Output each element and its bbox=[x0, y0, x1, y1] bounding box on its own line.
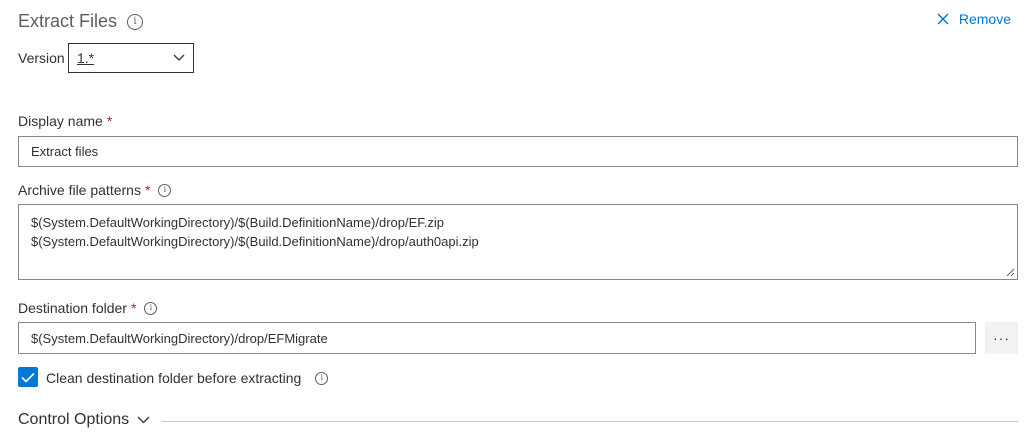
display-name-value: Extract files bbox=[31, 144, 99, 159]
section-divider bbox=[162, 421, 1018, 422]
destination-label: Destination folder * i bbox=[18, 300, 158, 316]
destination-label-text: Destination folder bbox=[18, 300, 127, 316]
control-options-label: Control Options bbox=[18, 411, 130, 428]
remove-label: Remove bbox=[958, 11, 1011, 27]
control-options-toggle[interactable]: Control Options bbox=[18, 411, 150, 429]
resize-grip-icon[interactable] bbox=[1006, 268, 1015, 277]
archive-patterns-textarea[interactable]: $(System.DefaultWorkingDirectory)/$(Buil… bbox=[18, 204, 1018, 280]
clean-folder-checkbox[interactable] bbox=[18, 367, 38, 387]
remove-button[interactable]: Remove bbox=[937, 11, 1011, 27]
info-icon[interactable]: i bbox=[144, 301, 158, 315]
required-marker: * bbox=[144, 182, 151, 198]
version-dropdown[interactable]: 1.* bbox=[68, 43, 194, 73]
browse-button[interactable]: ··· bbox=[985, 322, 1018, 354]
archive-patterns-label-text: Archive file patterns bbox=[18, 182, 141, 198]
display-name-input[interactable]: Extract files bbox=[18, 136, 1018, 167]
destination-input[interactable]: $(System.DefaultWorkingDirectory)/drop/E… bbox=[18, 322, 976, 354]
info-icon[interactable]: i bbox=[315, 371, 329, 385]
version-value: 1.* bbox=[77, 50, 95, 66]
archive-pattern-line: $(System.DefaultWorkingDirectory)/$(Buil… bbox=[31, 215, 445, 230]
chevron-down-icon bbox=[173, 54, 185, 61]
version-label-text: Version bbox=[18, 50, 65, 66]
clean-folder-label[interactable]: Clean destination folder before extracti… bbox=[46, 370, 329, 386]
checkmark-icon bbox=[21, 372, 35, 383]
task-title-text: Extract Files bbox=[18, 11, 118, 31]
info-icon[interactable]: i bbox=[127, 13, 144, 30]
display-name-label: Display name * bbox=[18, 113, 112, 129]
destination-value: $(System.DefaultWorkingDirectory)/drop/E… bbox=[31, 330, 328, 346]
clean-folder-label-text: Clean destination folder before extracti… bbox=[46, 370, 302, 386]
required-marker: * bbox=[130, 300, 137, 316]
ellipsis-icon: ··· bbox=[993, 330, 1010, 346]
archive-pattern-line: $(System.DefaultWorkingDirectory)/$(Buil… bbox=[31, 234, 479, 249]
required-marker: * bbox=[106, 113, 113, 129]
version-label: Version bbox=[18, 50, 65, 66]
chevron-down-icon bbox=[137, 416, 150, 424]
display-name-label-text: Display name bbox=[18, 113, 103, 129]
close-icon bbox=[937, 13, 949, 25]
task-title: Extract Files i bbox=[18, 11, 144, 32]
info-icon[interactable]: i bbox=[158, 183, 172, 197]
archive-patterns-label: Archive file patterns * i bbox=[18, 182, 172, 198]
